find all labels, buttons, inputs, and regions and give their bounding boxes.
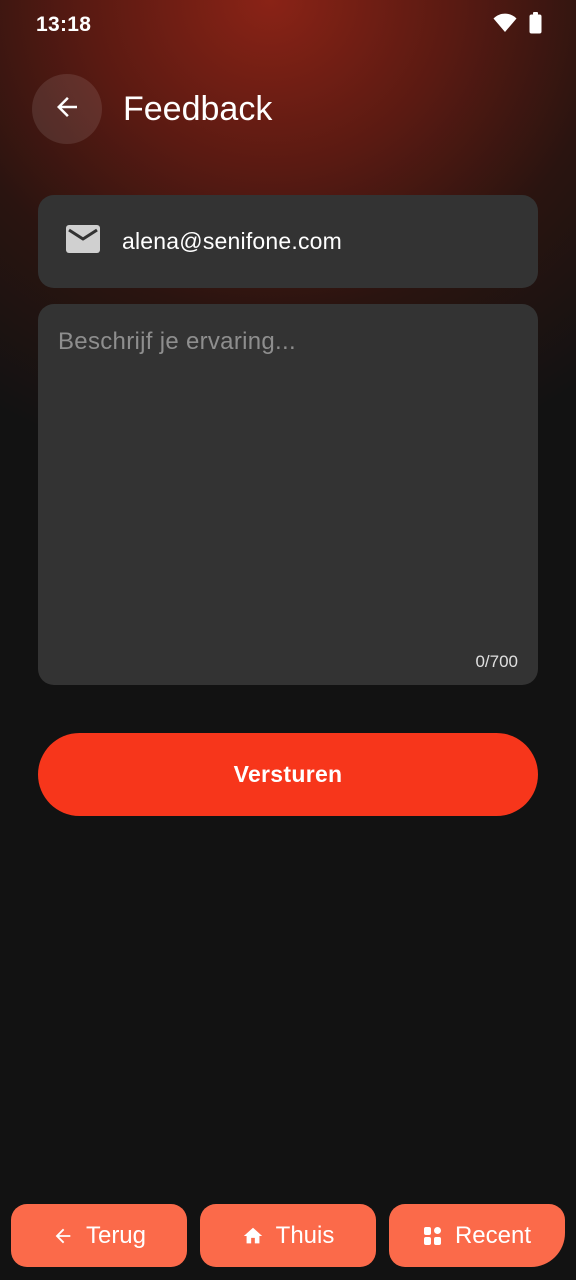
bottom-nav: Terug Thuis Recent [0, 1204, 576, 1267]
mail-icon [66, 225, 100, 258]
status-time: 13:18 [36, 13, 92, 36]
char-counter: 0/700 [475, 652, 518, 671]
nav-back-button[interactable]: Terug [11, 1204, 187, 1267]
nav-home-button[interactable]: Thuis [200, 1204, 376, 1267]
battery-icon [529, 11, 542, 39]
nav-recent-button[interactable]: Recent [389, 1204, 565, 1267]
wifi-icon [493, 13, 517, 38]
email-value: alena@senifone.com [122, 228, 343, 254]
arrow-left-icon [52, 1225, 74, 1247]
page-header: Feedback [32, 74, 272, 144]
status-icons [493, 11, 542, 39]
back-button[interactable] [32, 74, 102, 144]
message-box: 0/700 [38, 304, 538, 685]
page-title: Feedback [123, 89, 273, 128]
status-bar: 13:18 [0, 0, 576, 50]
nav-back-label: Terug [85, 1221, 147, 1249]
home-icon [242, 1225, 264, 1247]
email-field[interactable]: alena@senifone.com [38, 195, 538, 288]
message-input[interactable] [38, 304, 538, 685]
nav-recent-label: Recent [454, 1221, 532, 1249]
send-button[interactable]: Versturen [38, 733, 538, 816]
nav-home-label: Thuis [275, 1221, 335, 1249]
arrow-left-icon [52, 92, 82, 127]
grid-icon [423, 1226, 443, 1246]
